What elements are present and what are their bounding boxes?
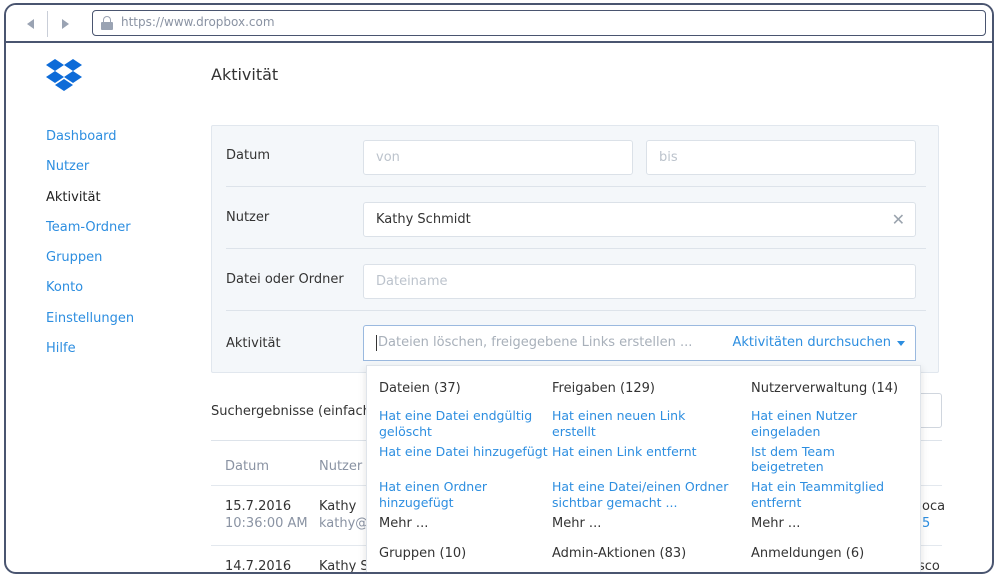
row-time: 10:36:00 AM (225, 516, 308, 531)
more-link[interactable]: Mehr ... (379, 515, 559, 545)
dropdown-column-user-management: Nutzerverwaltung (14) Hat einen Nutzer e… (751, 380, 911, 563)
browse-activities-link[interactable]: Aktivitäten durchsuchen (732, 335, 891, 350)
filter-row-user: Nutzer Kathy Schmidt ✕ (226, 188, 926, 249)
browser-toolbar: https://www.dropbox.com (6, 5, 992, 43)
dropbox-logo-icon (46, 59, 82, 91)
category-heading[interactable]: Nutzerverwaltung (14) (751, 380, 911, 408)
row-date: 15.7.2016 (225, 499, 292, 514)
date-to-input[interactable]: bis (646, 140, 916, 175)
sidebar: Dashboard Nutzer Aktivität Team-Ordner G… (46, 125, 134, 367)
forward-button[interactable] (48, 11, 82, 37)
clear-icon[interactable]: ✕ (892, 210, 905, 229)
dropdown-arrow-icon[interactable] (897, 341, 905, 346)
row-location: sco (918, 559, 940, 574)
more-link[interactable]: Mehr ... (552, 515, 732, 545)
sidebar-item-team-ordner[interactable]: Team-Ordner (46, 216, 134, 246)
category-heading[interactable]: Dateien (37) (379, 380, 559, 408)
activity-search-input[interactable]: Dateien löschen, freigegebene Links erst… (363, 325, 916, 361)
sidebar-item-hilfe[interactable]: Hilfe (46, 337, 134, 367)
text-caret (376, 335, 377, 351)
category-heading[interactable]: Anmeldungen (6) (751, 545, 911, 563)
back-button[interactable] (14, 11, 48, 37)
activity-label: Aktivität (226, 336, 281, 351)
row-user: Kathy (319, 499, 357, 514)
category-heading[interactable]: Freigaben (129) (552, 380, 732, 408)
row-user-email: kathy@ (319, 516, 369, 531)
user-input[interactable]: Kathy Schmidt ✕ (363, 202, 916, 237)
sidebar-item-gruppen[interactable]: Gruppen (46, 246, 134, 276)
page-title: Aktivität (211, 65, 279, 84)
activity-option[interactable]: Ist dem Team beigetreten (751, 444, 911, 480)
activity-option[interactable]: Hat einen neuen Link erstellt (552, 408, 732, 444)
row-location-sub[interactable]: 5 (922, 516, 930, 531)
column-header-date: Datum (225, 459, 269, 474)
activity-option[interactable]: Hat einen Ordner hinzugefügt (379, 479, 559, 515)
activity-option[interactable]: Hat einen Nutzer eingeladen (751, 408, 911, 444)
user-input-value: Kathy Schmidt (376, 212, 471, 227)
filter-panel: Datum von bis Nutzer Kathy Schmidt ✕ Dat… (211, 125, 939, 373)
browser-window: https://www.dropbox.com Aktivität Dashbo… (4, 3, 994, 574)
row-location: oca (922, 499, 946, 514)
filename-input[interactable]: Dateiname (363, 264, 916, 299)
more-link[interactable]: Mehr ... (751, 515, 911, 545)
activity-option[interactable]: Hat ein Teammitglied entfernt (751, 479, 911, 515)
chevron-left-icon (26, 19, 34, 29)
activity-dropdown: Dateien (37) Hat eine Datei endgültig ge… (366, 365, 921, 572)
filter-row-date: Datum von bis (226, 126, 926, 187)
row-user: Kathy S (319, 559, 369, 574)
filter-row-file: Datei oder Ordner Dateiname (226, 250, 926, 311)
address-bar[interactable]: https://www.dropbox.com (92, 10, 986, 36)
dropdown-column-shares: Freigaben (129) Hat einen neuen Link ers… (552, 380, 732, 563)
user-label: Nutzer (226, 210, 270, 225)
sidebar-item-einstellungen[interactable]: Einstellungen (46, 307, 134, 337)
category-heading[interactable]: Gruppen (10) (379, 545, 559, 563)
filter-row-activity: Aktivität Dateien löschen, freigegebene … (226, 312, 926, 373)
date-from-input[interactable]: von (363, 140, 633, 175)
activity-option[interactable]: Hat eine Datei/einen Ordner sichtbar gem… (552, 479, 732, 515)
lock-icon (101, 16, 113, 30)
date-label: Datum (226, 148, 270, 163)
results-title: Suchergebnisse (einfach (211, 404, 371, 419)
sidebar-item-nutzer[interactable]: Nutzer (46, 155, 134, 185)
sidebar-item-konto[interactable]: Konto (46, 276, 134, 306)
row-date: 14.7.2016 (225, 559, 292, 574)
file-label: Datei oder Ordner (226, 272, 344, 287)
chevron-right-icon (62, 19, 69, 29)
activity-option[interactable]: Hat einen Link entfernt (552, 444, 732, 480)
activity-option[interactable]: Hat eine Datei endgültig gelöscht (379, 408, 559, 444)
sidebar-item-aktivitaet[interactable]: Aktivität (46, 186, 134, 216)
dropdown-column-files: Dateien (37) Hat eine Datei endgültig ge… (379, 380, 559, 563)
url-text: https://www.dropbox.com (121, 15, 275, 29)
category-heading[interactable]: Admin-Aktionen (83) (552, 545, 732, 563)
activity-option[interactable]: Hat eine Datei hinzugefügt (379, 444, 559, 480)
activity-placeholder: Dateien löschen, freigegebene Links erst… (378, 335, 693, 350)
sidebar-item-dashboard[interactable]: Dashboard (46, 125, 134, 155)
column-header-user: Nutzer (319, 459, 363, 474)
